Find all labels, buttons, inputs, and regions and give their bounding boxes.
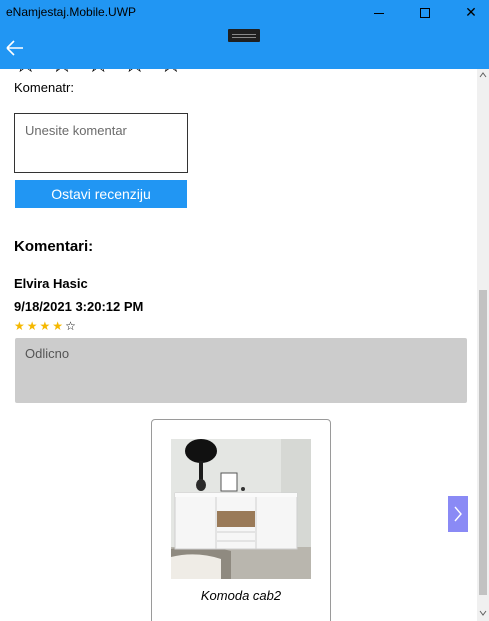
star-filled-icon: ★: [14, 319, 25, 333]
scroll-down-icon[interactable]: [479, 609, 487, 617]
minimize-icon: [374, 12, 384, 14]
scroll-up-icon[interactable]: [479, 71, 487, 79]
comments-heading: Komentari:: [14, 238, 94, 255]
star-empty-icon: ☆: [65, 319, 76, 333]
scrollbar-thumb[interactable]: [479, 290, 487, 595]
star-icon[interactable]: ☆: [87, 69, 110, 77]
navigation-bar: [0, 26, 489, 69]
maximize-button[interactable]: [402, 0, 448, 26]
window-drag-handle[interactable]: [228, 29, 260, 42]
star-icon[interactable]: ☆: [123, 69, 146, 77]
close-icon: ✕: [465, 5, 477, 21]
submit-review-button[interactable]: Ostavi recenziju: [15, 180, 187, 208]
comment-rating: ★ ★ ★ ★ ☆: [14, 319, 76, 333]
title-bar: eNamjestaj.Mobile.UWP ✕: [0, 0, 489, 26]
back-arrow-icon: [6, 40, 23, 56]
product-card[interactable]: Komoda cab2: [151, 419, 331, 621]
product-name: Komoda cab2: [200, 588, 282, 603]
star-filled-icon: ★: [26, 319, 38, 333]
star-icon[interactable]: ☆: [159, 69, 182, 77]
star-icon[interactable]: ☆: [50, 69, 73, 77]
comment-text: Odlicno: [15, 338, 467, 403]
chevron-right-icon: [454, 506, 462, 522]
close-button[interactable]: ✕: [448, 0, 489, 26]
comment-date: 9/18/2021 3:20:12 PM: [14, 299, 144, 314]
star-filled-icon: ★: [39, 319, 51, 333]
minimize-button[interactable]: [356, 0, 402, 26]
back-button[interactable]: [4, 37, 26, 59]
vertical-scrollbar[interactable]: [477, 69, 489, 621]
comment-label: Komenatr:: [14, 80, 74, 95]
rating-input-stars[interactable]: ☆ ☆ ☆ ☆ ☆: [14, 69, 183, 77]
star-filled-icon: ★: [52, 319, 64, 333]
scroll-content: ☆ ☆ ☆ ☆ ☆ Komenatr: Unesite komentar Ost…: [0, 69, 477, 621]
product-image: [171, 439, 311, 579]
carousel-next-button[interactable]: [448, 496, 468, 532]
comment-author: Elvira Hasic: [14, 276, 88, 291]
comment-input[interactable]: Unesite komentar: [14, 113, 188, 173]
maximize-icon: [420, 8, 430, 18]
star-icon[interactable]: ☆: [14, 69, 37, 77]
app-title: eNamjestaj.Mobile.UWP: [6, 5, 137, 19]
